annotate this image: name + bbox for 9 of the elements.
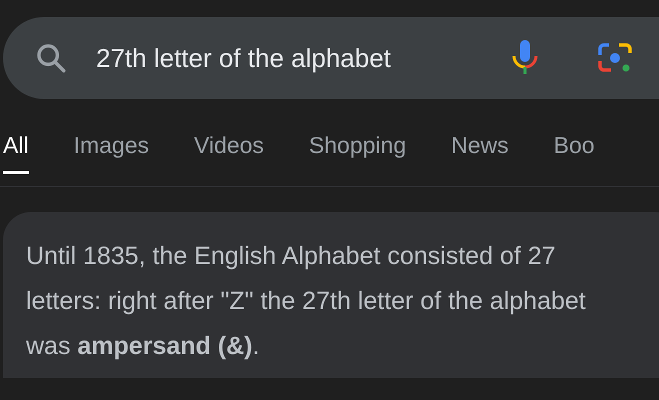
search-tab[interactable]: News [451,128,509,174]
search-tab[interactable]: Boo [554,128,595,174]
search-query: 27th letter of the alphabet [96,42,391,74]
search-tab[interactable]: Videos [194,128,264,174]
search-field[interactable]: 27th letter of the alphabet [3,17,659,99]
search-tab[interactable]: Shopping [308,128,406,174]
search-tab[interactable]: Images [74,128,149,174]
answer-text: Until 1835, the English Alphabet consisted of 27 letters: right after "Z" the 27th letter of the alphabet was ampersand (&). [26,241,587,362]
search-tab[interactable]: All [3,128,29,174]
